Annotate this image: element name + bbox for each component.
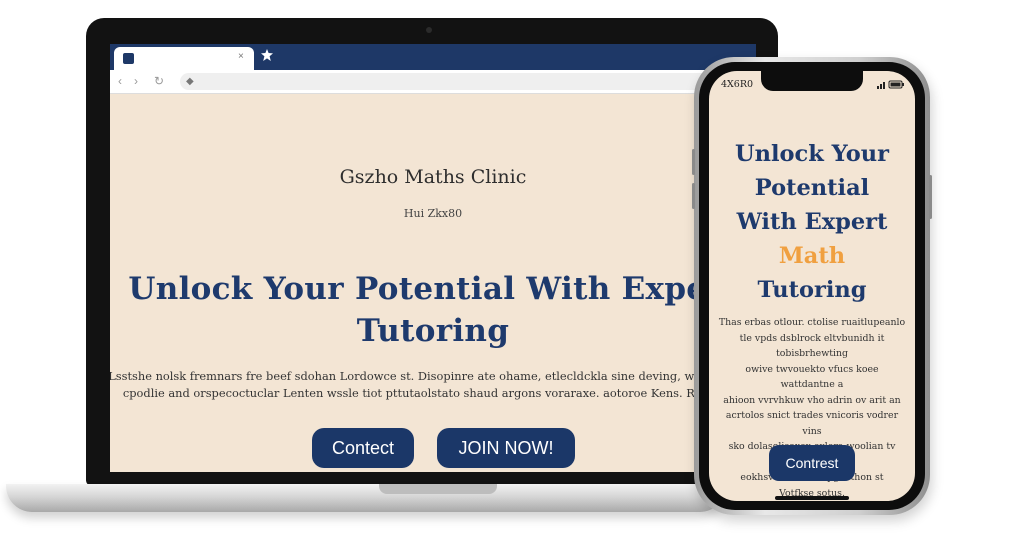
phone-title-accent: Math xyxy=(778,243,846,269)
forward-icon[interactable]: › xyxy=(134,74,138,88)
phone-volume-button xyxy=(692,183,695,209)
contact-button[interactable]: Contect xyxy=(312,428,414,468)
browser-tab-bar: × xyxy=(110,44,756,70)
phone-title-line: Tutoring xyxy=(757,277,867,303)
phone-description-line: acrtolos snict trades vnicoris vodrer vi… xyxy=(725,410,899,437)
tab-close-icon[interactable]: × xyxy=(238,51,244,62)
laptop-device: × ‹ › ↻ ◆ Gszho Maths Clinic Hui Zkx80 U… xyxy=(86,18,778,486)
laptop-screen: × ‹ › ↻ ◆ Gszho Maths Clinic Hui Zkx80 U… xyxy=(110,44,756,472)
status-time: 4X6R0 xyxy=(721,79,754,90)
join-now-button[interactable]: JOIN NOW! xyxy=(437,428,575,468)
hero-description: Lsstshe nolsk fremnars fre beef sdohan L… xyxy=(110,368,756,402)
phone-description-line: Thas erbas otlour. ctolise ruaitlupeanlo xyxy=(718,317,906,328)
signal-battery-icon xyxy=(877,80,904,89)
hero-title-line: Tutoring xyxy=(356,313,510,349)
laptop-opening-notch xyxy=(379,484,497,494)
hero-title: Unlock Your Potential With Expert Tutori… xyxy=(110,268,756,352)
phone-description-line: tle vpds dsblrock eltvbunidh it tobisbrh… xyxy=(739,332,885,360)
laptop-camera xyxy=(426,27,432,33)
home-indicator[interactable] xyxy=(775,496,849,500)
brand-name: Gszho Maths Clinic xyxy=(339,166,527,188)
description-line: cpodlie and orspecoctuclar Lenten wssle … xyxy=(122,386,744,400)
phone-power-button xyxy=(929,175,932,219)
phone-title-line: Potential xyxy=(754,175,870,201)
laptop-base xyxy=(6,484,726,512)
phone-screen: 4X6R0 Unlock Your Potential With Expert … xyxy=(709,71,915,501)
phone-bezel: 4X6R0 Unlock Your Potential With Expert … xyxy=(699,62,925,510)
browser-address-bar: ‹ › ↻ ◆ xyxy=(110,70,756,94)
new-tab-icon[interactable] xyxy=(260,48,274,62)
phone-description-line: ahioon vvrvhkuw vho adrin ov arit an xyxy=(723,394,901,406)
browser-tab[interactable]: × xyxy=(114,47,254,70)
description-line: Lsstshe nolsk fremnars fre beef sdohan L… xyxy=(110,369,756,383)
phone-hero-title: Unlock Your Potential With Expert Math T… xyxy=(709,137,915,307)
phone-title-line: With Expert xyxy=(736,209,888,235)
brand-tagline: Hui Zkx80 xyxy=(403,207,463,220)
phone-volume-button xyxy=(692,149,695,175)
hero-title-line: Unlock Your Potential With Expert xyxy=(128,271,738,307)
favicon-icon xyxy=(123,53,134,64)
phone-description-line: owive twvouekto vfucs koee wattdantne a xyxy=(745,363,879,391)
phone-contact-button[interactable]: Contrest xyxy=(769,445,855,481)
lock-icon: ◆ xyxy=(186,76,194,87)
phone-notch xyxy=(761,71,863,91)
phone-device: 4X6R0 Unlock Your Potential With Expert … xyxy=(692,57,932,515)
phone-title-line: Unlock Your xyxy=(735,141,889,167)
url-input[interactable]: ◆ xyxy=(180,73,740,90)
back-icon[interactable]: ‹ xyxy=(118,74,122,88)
reload-icon[interactable]: ↻ xyxy=(154,74,164,88)
